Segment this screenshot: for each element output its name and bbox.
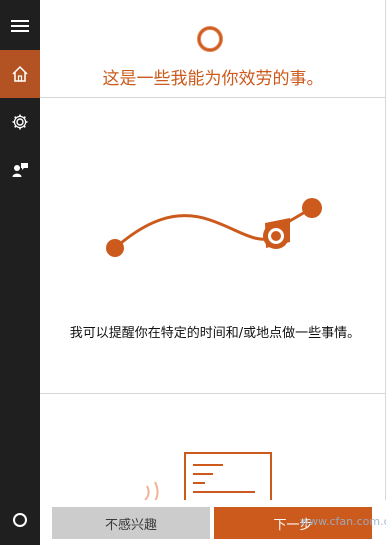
page-title: 这是一些我能为你效劳的事。 [102, 69, 324, 89]
divider [40, 97, 386, 98]
cortana-ring-icon [13, 513, 27, 527]
home-icon [12, 65, 28, 82]
sidebar [0, 0, 40, 545]
divider [40, 393, 386, 394]
main-panel: 这是一些我能为你效劳的事。 我可以提醒你在特定的时间和/或地点做一些事情。 [40, 0, 386, 545]
sidebar-item-home[interactable] [0, 50, 40, 98]
sidebar-item-feedback[interactable] [0, 146, 40, 194]
hamburger-icon [11, 17, 29, 35]
reminder-route-illustration [106, 198, 322, 257]
sidebar-item-settings[interactable] [0, 102, 40, 142]
cortana-logo-icon [197, 26, 223, 52]
cortana-button[interactable] [0, 500, 40, 540]
menu-button[interactable] [0, 8, 40, 44]
card-description: 我可以提醒你在特定的时间和/或地点做一些事情。 [69, 326, 361, 341]
not-interested-button[interactable]: 不感兴趣 [52, 507, 210, 539]
watermark: www.cfan.com.cn [300, 515, 386, 528]
feedback-icon [12, 163, 28, 177]
gear-icon [12, 114, 28, 130]
